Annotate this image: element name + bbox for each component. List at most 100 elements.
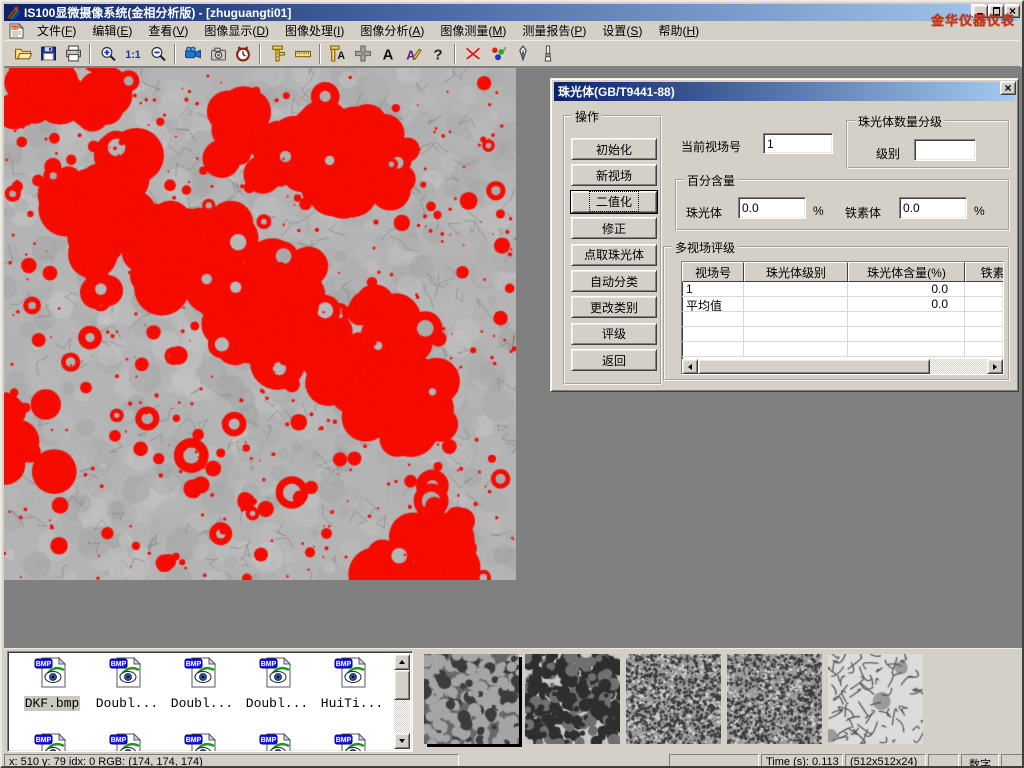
file-item-4[interactable]: BMP Doubl... [241, 656, 313, 712]
table-row-2[interactable]: 平均值0.0 [682, 297, 1003, 312]
pearlite-percent-input[interactable] [738, 197, 806, 219]
measure-font-button[interactable]: A [325, 42, 350, 65]
column-header-2[interactable]: 珠光体级别 [744, 262, 848, 282]
column-header-3[interactable]: 珠光体含量(%) [848, 262, 965, 282]
status-segment-5 [928, 754, 959, 768]
op-button-9[interactable]: 返回 [571, 349, 657, 371]
file-item-3[interactable]: BMPDoubl... [166, 656, 238, 712]
table-row-4[interactable] [682, 327, 1003, 342]
grade-input[interactable] [914, 139, 976, 161]
child-restore-button[interactable] [989, 5, 1004, 18]
op-button-3[interactable]: 二值化 [571, 191, 657, 213]
scroll-right-button[interactable] [987, 359, 1003, 374]
save-button[interactable] [35, 42, 60, 65]
thumbnail-4[interactable] [727, 654, 822, 744]
print-button[interactable] [60, 42, 85, 65]
timer-clock-button[interactable] [230, 42, 255, 65]
table-cell [965, 312, 1004, 326]
menu-item-3[interactable]: 查看(V) [140, 20, 196, 41]
status-segment-1: x: 510 y: 79 idx: 0 RGB: (174, 174, 174) [4, 754, 459, 768]
scroll-thumb[interactable] [698, 359, 930, 374]
zoom-out-button[interactable] [145, 42, 170, 65]
menu-item-9[interactable]: 设置(S) [594, 20, 650, 41]
video-camera-button[interactable] [180, 42, 205, 65]
file-name[interactable]: Doubl... [245, 696, 309, 711]
file-item-2[interactable]: BMPDoubl... [91, 656, 163, 712]
file-item-row2-4[interactable]: BMP [241, 732, 313, 752]
menu-item-2[interactable]: 编辑(E) [84, 20, 140, 41]
pen-nib-button[interactable] [510, 42, 535, 65]
actual-size-1-1-button[interactable]: 1:1 [120, 42, 145, 65]
file-item-row2-3[interactable]: BMP [166, 732, 238, 752]
metallographic-image[interactable] [4, 68, 516, 580]
rating-group-label: 多视场评级 [672, 239, 738, 256]
brush-button[interactable] [535, 42, 560, 65]
camera-button[interactable] [205, 42, 230, 65]
op-button-1[interactable]: 初始化 [571, 138, 657, 160]
toolbar-separator [259, 44, 261, 64]
thumbnail-3[interactable] [626, 654, 721, 744]
thumbnail-2[interactable] [525, 654, 620, 744]
table-hscrollbar[interactable] [682, 359, 1003, 374]
color-particles-button[interactable]: 3 [485, 42, 510, 65]
op-button-5[interactable]: 点取珠光体 [571, 244, 657, 266]
current-field-input[interactable] [763, 133, 833, 154]
menu-item-8[interactable]: 测量报告(P) [514, 20, 594, 41]
ferrite-percent-input[interactable] [899, 197, 967, 219]
file-list-scrollbar[interactable] [394, 654, 410, 749]
percent-group-label: 百分含量 [684, 172, 738, 189]
file-name[interactable]: DKF.bmp [24, 696, 81, 711]
scroll-down-button[interactable] [394, 733, 410, 749]
file-name[interactable]: HuiTi... [320, 696, 384, 711]
menu-item-6[interactable]: 图像分析(A) [352, 20, 432, 41]
dialog-close-button[interactable]: × [1000, 81, 1016, 95]
zoom-in-button[interactable] [95, 42, 120, 65]
op-button-7[interactable]: 更改类别 [571, 296, 657, 318]
grid-cross-button[interactable] [350, 42, 375, 65]
caliper-button[interactable] [265, 42, 290, 65]
op-button-8[interactable]: 评级 [571, 323, 657, 345]
table-row-1[interactable]: 10.0 [682, 282, 1003, 297]
file-item-row2-1[interactable]: BMP [16, 732, 88, 752]
annotate-pencil-button[interactable]: A [400, 42, 425, 65]
menu-item-10[interactable]: 帮助(H) [650, 20, 707, 41]
child-minimize-button[interactable] [973, 5, 988, 18]
zoom-out-icon [149, 45, 167, 62]
title-bar: IS100显微摄像系统(金相分析版) - [zhuguangti01] [4, 4, 1020, 21]
svg-text:?: ? [433, 47, 442, 62]
text-a-button[interactable]: A [375, 42, 400, 65]
column-header-1[interactable]: 视场号 [682, 262, 744, 282]
child-close-button[interactable]: × [1005, 5, 1020, 18]
thumbnail-5[interactable] [828, 654, 923, 744]
file-item-row2-5[interactable]: BMP [316, 732, 388, 752]
table-row-3[interactable] [682, 312, 1003, 327]
mdi-area: 珠光体(GB/T9441-88) × 操作 初始化新视场二值化修正点取珠光体自动… [4, 67, 1024, 648]
op-button-4[interactable]: 修正 [571, 217, 657, 239]
open-folder-button[interactable] [10, 42, 35, 65]
file-item-row2-2[interactable]: BMP [91, 732, 163, 752]
file-name[interactable]: Doubl... [95, 696, 159, 711]
dialog-title-bar[interactable]: 珠光体(GB/T9441-88) [554, 82, 1015, 101]
op-button-6[interactable]: 自动分类 [571, 270, 657, 292]
scroll-left-button[interactable] [682, 359, 698, 374]
curve-tools-button[interactable] [460, 42, 485, 65]
menu-item-5[interactable]: 图像处理(I) [277, 20, 352, 41]
scroll-track[interactable] [930, 359, 987, 374]
menu-item-4[interactable]: 图像显示(D) [196, 20, 277, 41]
menu-item-7[interactable]: 图像测量(M) [432, 20, 514, 41]
menu-item-1[interactable]: 文件(F) [29, 20, 84, 41]
bmp-file-icon: BMP [259, 656, 295, 689]
column-header-4[interactable]: 铁素体含量(%) [965, 262, 1004, 282]
file-item-5[interactable]: BMPHuiTi... [316, 656, 388, 712]
op-button-2[interactable]: 新视场 [571, 164, 657, 186]
table-cell [965, 282, 1004, 296]
file-item-1[interactable]: BMPDKF.bmp [16, 656, 88, 712]
thumbnail-1[interactable] [424, 654, 519, 744]
file-name[interactable]: Doubl... [170, 696, 234, 711]
svg-text:BMP: BMP [261, 661, 277, 668]
scroll-up-button[interactable] [394, 654, 410, 670]
table-row-5[interactable] [682, 342, 1003, 357]
ruler-button[interactable] [290, 42, 315, 65]
file-scroll-thumb[interactable] [394, 670, 410, 700]
help-question-button[interactable]: ? [425, 42, 450, 65]
